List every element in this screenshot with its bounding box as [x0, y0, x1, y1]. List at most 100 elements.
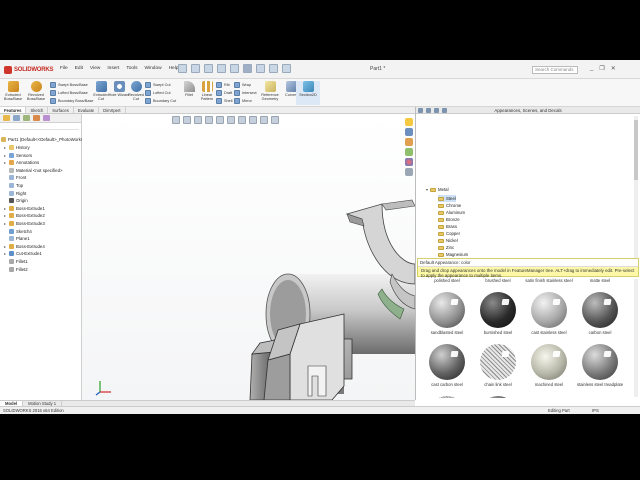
appearance-swatch[interactable]: matte steel [574, 278, 626, 286]
reference-geometry-button[interactable]: Reference Geometry [258, 81, 282, 101]
expand-icon[interactable]: ▸ [3, 244, 7, 249]
folder-scrollbar[interactable] [634, 116, 638, 258]
swept-boss-button[interactable]: Swept Boss/Base [50, 82, 88, 88]
appearance-folder[interactable]: Chrome [438, 202, 461, 209]
appearance-swatch[interactable]: polished steel [421, 278, 473, 286]
expand-icon[interactable]: ▸ [3, 206, 7, 211]
app-logo[interactable]: SOLIDWORKS [4, 65, 54, 75]
close-button[interactable]: ✕ [611, 65, 616, 72]
print-icon[interactable] [217, 64, 226, 73]
tab-evaluate[interactable]: Evaluate [74, 107, 100, 113]
lofted-cut-button[interactable]: Lofted Cut [145, 90, 171, 96]
tab-sketch[interactable]: Sketch [26, 107, 49, 113]
tree-item[interactable]: ▸ Annotations [3, 159, 39, 166]
appearance-swatch[interactable]: stainless steel treadplate [574, 344, 626, 396]
minimize-button[interactable]: _ [590, 65, 593, 72]
home-icon[interactable] [405, 118, 413, 126]
swatch-scrollbar[interactable] [634, 279, 638, 397]
boundary-boss-button[interactable]: Boundary Boss/Base [50, 98, 93, 104]
shell-button[interactable]: Shell [216, 98, 232, 104]
appearance-folder[interactable]: Bronze [438, 216, 460, 223]
menu-help[interactable]: Help [169, 66, 179, 71]
tree-item[interactable]: Plane1 [3, 235, 30, 242]
tree-item[interactable]: Right [3, 190, 26, 197]
mirror-button[interactable]: Mirror [234, 98, 252, 104]
file-explorer-icon[interactable] [405, 138, 413, 146]
maximize-button[interactable]: ❐ [599, 65, 604, 72]
status-units[interactable]: IPS [592, 408, 599, 413]
appearance-folder[interactable]: Aluminum [438, 209, 465, 216]
open-file-icon[interactable] [191, 64, 200, 73]
wrap-button[interactable]: Wrap [234, 82, 251, 88]
section2d-button[interactable]: Section2D [296, 81, 320, 105]
appearance-folder[interactable]: Nickel [438, 237, 458, 244]
forward-icon[interactable] [426, 108, 431, 113]
expand-icon[interactable]: ▸ [3, 251, 7, 256]
save-icon[interactable] [204, 64, 213, 73]
graphics-viewport[interactable] [82, 114, 415, 400]
tab-dimxpert[interactable]: DimXpert [99, 107, 126, 113]
swept-cut-button[interactable]: Swept Cut [145, 82, 171, 88]
expand-icon[interactable]: ▸ [3, 221, 7, 226]
refresh-icon[interactable] [442, 108, 447, 113]
search-commands-input[interactable]: Search Commands [532, 66, 578, 74]
appearance-swatch[interactable]: sandblasted steel [421, 292, 473, 344]
display-manager-icon[interactable] [43, 115, 50, 121]
appearance-swatch[interactable]: chain link steel [472, 344, 524, 396]
expand-icon[interactable]: ▸ [3, 145, 7, 150]
appearance-swatch[interactable]: burnished steel [472, 292, 524, 344]
tree-item[interactable]: ▸ Boss-Extrude1 [3, 205, 45, 212]
boundary-cut-button[interactable]: Boundary Cut [145, 98, 176, 104]
appearance-swatch[interactable]: cast carbon steel [421, 344, 473, 396]
extruded-boss-button[interactable]: Extruded Boss/Base [2, 81, 24, 101]
tree-root-part[interactable]: Part1 (Default<<Default>_PhotoWorks Dis [1, 136, 91, 143]
tree-item[interactable]: Fillet2 [3, 266, 28, 273]
appearance-folder[interactable]: Zinc [438, 244, 454, 251]
tree-item[interactable]: ▸ Boss-Extrude4 [3, 243, 45, 250]
appearance-swatch[interactable]: cast stainless steel [523, 292, 575, 344]
add-location-icon[interactable] [434, 108, 439, 113]
options-gear-icon[interactable] [282, 64, 291, 73]
tree-item[interactable]: ▸ Boss-Extrude2 [3, 212, 45, 219]
tree-item[interactable]: Top [3, 182, 23, 189]
tree-item[interactable]: Origin [3, 197, 28, 204]
revolved-boss-button[interactable]: Revolved Boss/Base [25, 81, 47, 101]
appearance-folder[interactable]: Magnesium [438, 251, 468, 258]
linear-pattern-button[interactable]: Linear Pattern [196, 81, 218, 101]
undo-icon[interactable] [230, 64, 239, 73]
revolved-cut-button[interactable]: Revolved Cut [125, 81, 147, 101]
appearance-swatch[interactable]: brushed steel [472, 278, 524, 286]
view-palette-icon[interactable] [405, 148, 413, 156]
file-properties-icon[interactable] [269, 64, 278, 73]
expand-icon[interactable]: ▸ [3, 160, 7, 165]
menu-view[interactable]: View [90, 66, 100, 71]
menu-tools[interactable]: Tools [126, 66, 137, 71]
dimxpert-manager-icon[interactable] [33, 115, 40, 121]
expand-icon[interactable]: ▸ [3, 153, 7, 158]
tab-features[interactable]: Features [0, 107, 27, 113]
tree-item[interactable]: ▸ Sensors [3, 152, 32, 159]
property-manager-icon[interactable] [13, 115, 20, 121]
feature-manager-icon[interactable] [3, 115, 10, 121]
rebuild-icon[interactable] [256, 64, 265, 73]
select-icon[interactable] [243, 64, 252, 73]
tree-item[interactable]: ▸ History [3, 144, 30, 151]
appearance-folder[interactable]: Brass [438, 223, 457, 230]
expand-icon[interactable]: ▸ [3, 213, 7, 218]
menu-window[interactable]: Window [145, 66, 162, 71]
appearance-swatch[interactable]: carbon steel [574, 292, 626, 344]
appearance-folder[interactable]: Steel [438, 195, 456, 202]
design-library-icon[interactable] [405, 128, 413, 136]
menu-insert[interactable]: Insert [107, 66, 119, 71]
menu-file[interactable]: File [60, 66, 68, 71]
appearances-icon[interactable] [405, 158, 413, 166]
tree-item[interactable]: ▸ Boss-Extrude3 [3, 220, 45, 227]
tree-item[interactable]: Fillet1 [3, 258, 28, 265]
appearance-swatch[interactable]: wrought steel [472, 396, 524, 398]
menu-edit[interactable]: Edit [75, 66, 83, 71]
back-icon[interactable] [418, 108, 423, 113]
draft-button[interactable]: Draft [216, 90, 232, 96]
appearance-folder[interactable]: Copper [438, 230, 460, 237]
scrollbar-thumb[interactable] [634, 120, 638, 180]
tree-item[interactable]: Front [3, 174, 26, 181]
